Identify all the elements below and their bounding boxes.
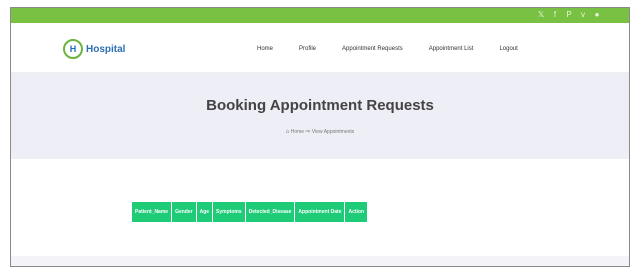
- col-detected-disease: Detected_Disease: [244, 201, 296, 223]
- nav-appointment-list[interactable]: Appointment List: [429, 46, 474, 52]
- logo-text: Hospital: [86, 43, 126, 55]
- arrow-icon: ⇨: [305, 129, 311, 135]
- navbar: H Hospital Home Profile Appointment Requ…: [11, 23, 629, 73]
- breadcrumb-home[interactable]: Home: [291, 129, 304, 135]
- col-appointment-date: Appointment Date: [294, 201, 346, 223]
- breadcrumb-current: View Appointments: [311, 129, 355, 135]
- main-menu: Home Profile Appointment Requests Appoin…: [257, 46, 544, 52]
- content-area: Patient_Name Gender Age Symptoms Detecte…: [11, 159, 629, 259]
- appointments-table: Patient_Name Gender Age Symptoms Detecte…: [130, 201, 369, 223]
- col-gender: Gender: [171, 201, 197, 223]
- facebook-icon[interactable]: f: [551, 10, 559, 20]
- pinterest-icon[interactable]: P: [565, 10, 573, 20]
- logo-icon: H: [63, 39, 83, 59]
- col-age: Age: [195, 201, 214, 223]
- top-bar: 𝕏 f P v ●: [11, 8, 629, 23]
- vimeo-icon[interactable]: v: [579, 10, 587, 20]
- nav-appointment-requests[interactable]: Appointment Requests: [342, 46, 403, 52]
- dribbble-icon[interactable]: ●: [593, 10, 601, 20]
- page-frame: 𝕏 f P v ● H Hospital Home Profile Appoin…: [10, 7, 630, 267]
- page-header: Booking Appointment Requests ⌂ Home ⇨ Vi…: [11, 73, 629, 159]
- logo[interactable]: H Hospital: [63, 39, 125, 59]
- col-symptoms: Symptoms: [212, 201, 246, 223]
- breadcrumb: ⌂ Home ⇨ View Appointments: [11, 128, 629, 135]
- social-links: 𝕏 f P v ●: [537, 10, 601, 20]
- twitter-icon[interactable]: 𝕏: [537, 10, 545, 20]
- nav-logout[interactable]: Logout: [499, 46, 517, 52]
- page-title: Booking Appointment Requests: [206, 97, 434, 114]
- nav-home[interactable]: Home: [257, 46, 273, 52]
- footer-strip: [11, 256, 629, 266]
- col-action: Action: [344, 201, 369, 223]
- home-icon: ⌂: [285, 129, 290, 135]
- col-patient-name: Patient_Name: [130, 201, 173, 223]
- table-header-row: Patient_Name Gender Age Symptoms Detecte…: [130, 201, 369, 223]
- nav-profile[interactable]: Profile: [299, 46, 316, 52]
